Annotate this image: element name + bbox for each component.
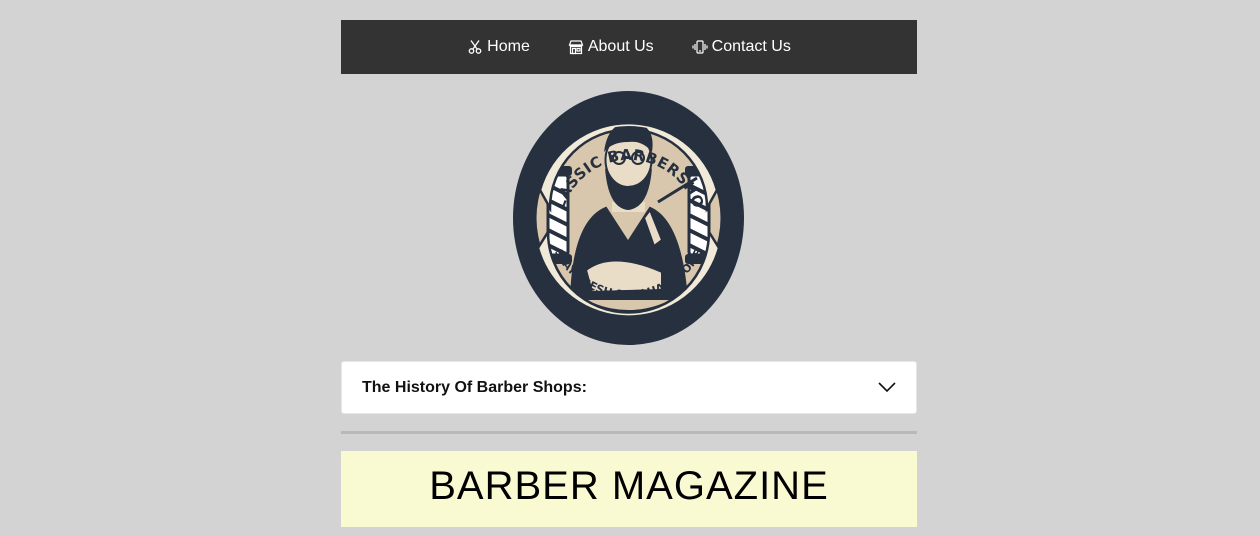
chevron-down-icon[interactable] — [878, 379, 896, 397]
history-accordion[interactable]: The History Of Barber Shops: — [341, 361, 917, 414]
nav-about-label: About Us — [587, 38, 654, 55]
accordion-title: The History Of Barber Shops: — [362, 378, 587, 396]
barbershop-logo: CLASSIC BARBERSHOP STAY FRESH STAY HANDS… — [506, 76, 745, 346]
scissors-icon — [467, 39, 483, 55]
storefront-icon — [568, 39, 584, 55]
banner-title: BARBER MAGAZINE — [429, 463, 829, 508]
nav-home-label: Home — [487, 38, 530, 55]
magazine-banner: BARBER MAGAZINE — [341, 451, 917, 527]
section-divider — [341, 431, 917, 434]
page-container: Home About Us Contact Us LASSIC BARBERSH… — [341, 20, 917, 527]
nav-home-link[interactable]: Home — [467, 38, 530, 56]
top-nav: Home About Us Contact Us — [341, 20, 917, 74]
nav-about-link[interactable]: About Us — [568, 38, 654, 56]
phone-vibrate-icon — [692, 39, 708, 55]
nav-contact-label: Contact Us — [711, 38, 791, 55]
nav-contact-link[interactable]: Contact Us — [692, 38, 791, 56]
